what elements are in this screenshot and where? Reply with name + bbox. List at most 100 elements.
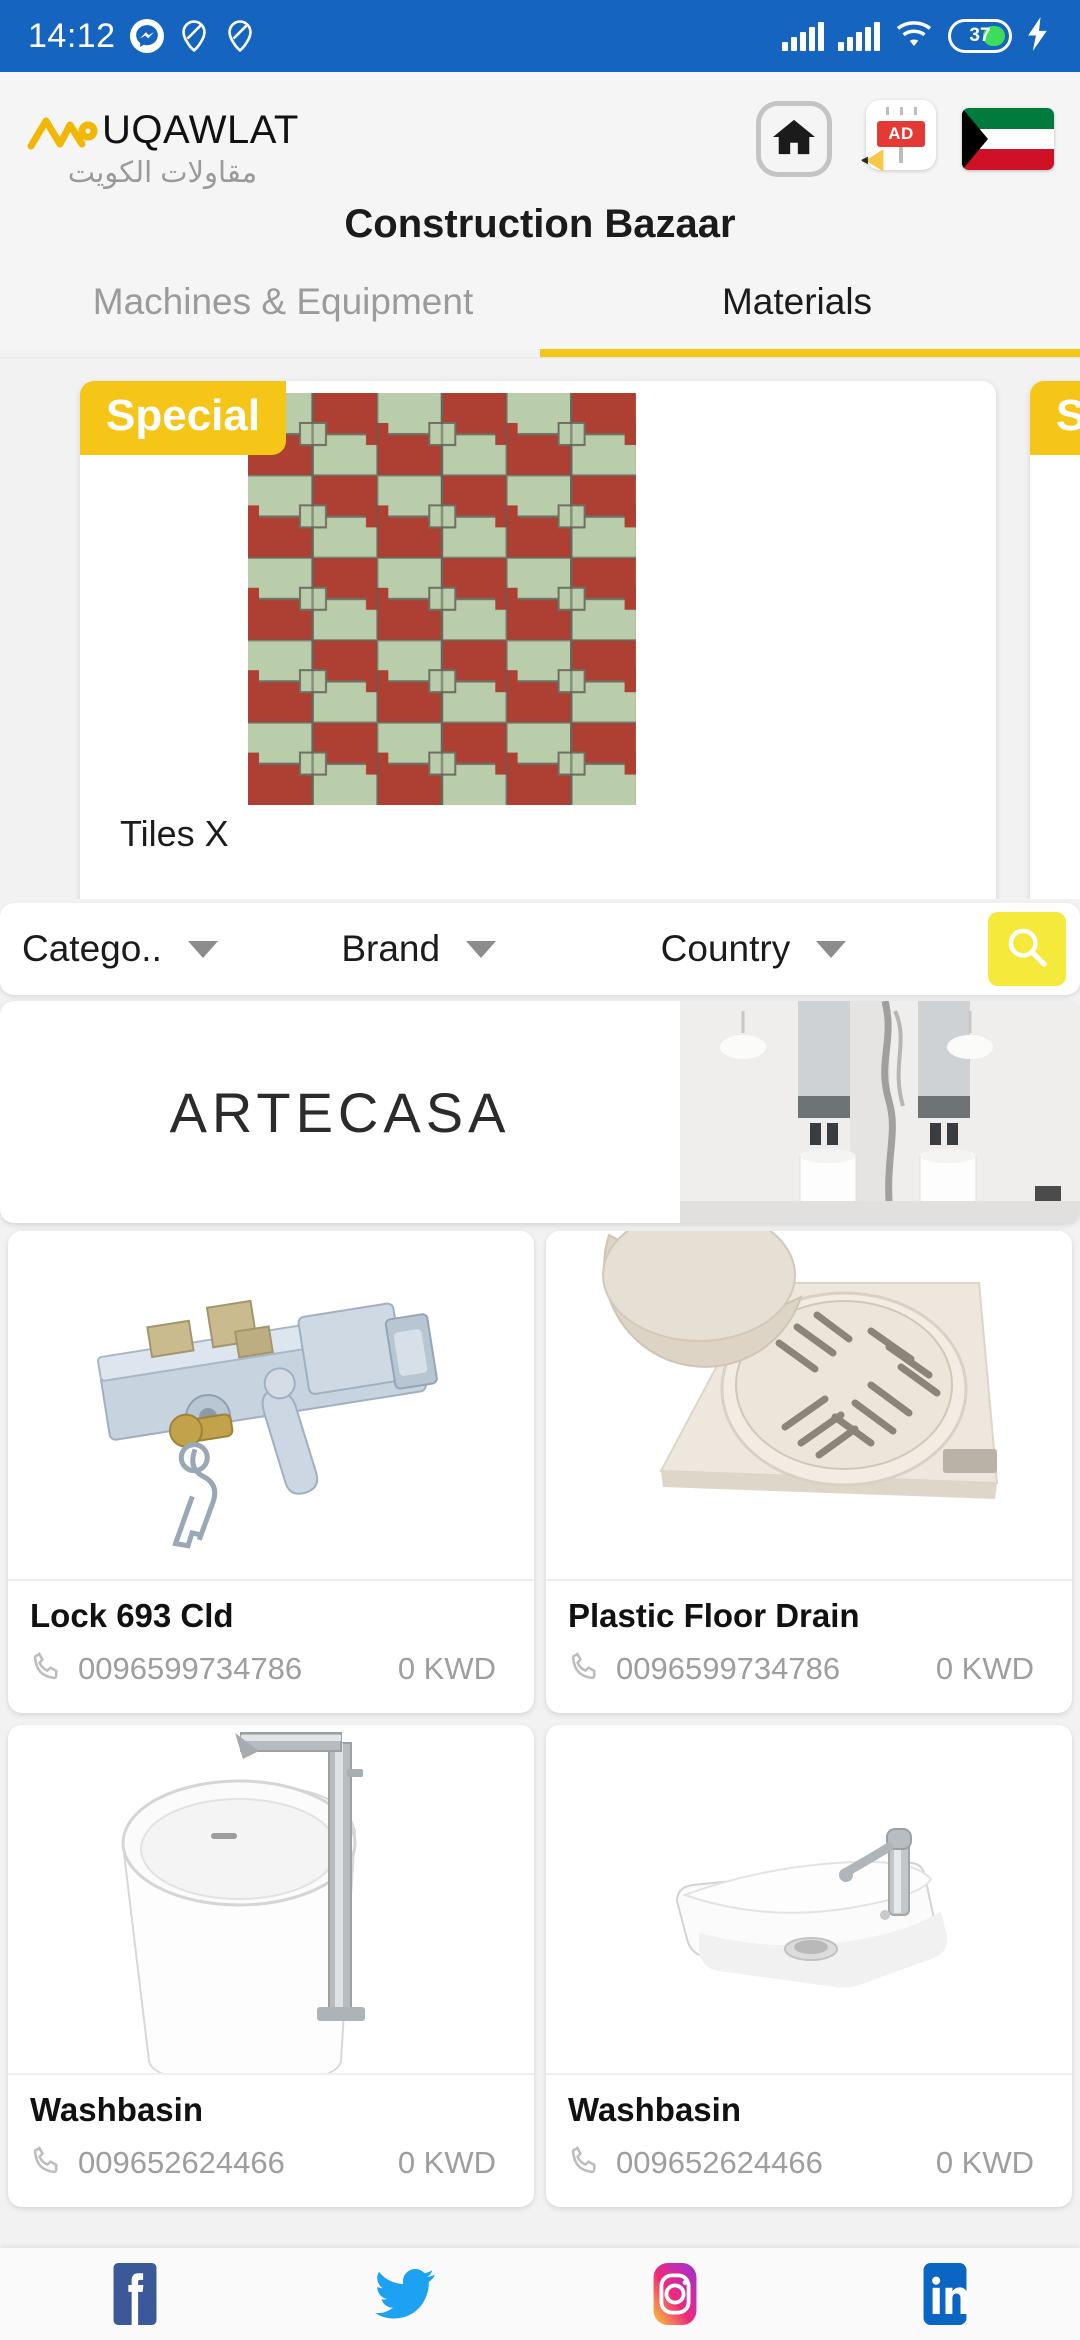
brand-dropdown-label: Brand	[341, 928, 441, 969]
special-carousel[interactable]: Special Tiles X S	[0, 359, 1080, 899]
product-name: Washbasin	[30, 2091, 203, 2128]
flag-green-stripe	[962, 108, 1054, 129]
product-price: 0 KWD	[935, 1650, 1034, 1686]
instagram-icon[interactable]	[644, 2263, 706, 2325]
social-bar	[0, 2248, 1080, 2340]
do-not-disturb-icon	[224, 19, 256, 53]
tab-indicator-active	[540, 349, 1080, 357]
status-bar-right: 37	[782, 16, 1052, 56]
status-bar: 14:12 37	[0, 0, 1080, 72]
search-icon	[1004, 924, 1050, 975]
product-price: 0 KWD	[935, 2144, 1034, 2180]
chevron-down-icon	[187, 940, 218, 958]
ad-button[interactable]: AD	[858, 100, 936, 178]
category-dropdown[interactable]: Catego..	[22, 928, 341, 970]
linkedin-icon[interactable]	[914, 2263, 976, 2325]
country-dropdown-label: Country	[660, 928, 791, 969]
do-not-disturb-icon	[178, 19, 210, 53]
category-dropdown-label: Catego..	[22, 928, 162, 969]
product-phone[interactable]: 009652624466	[616, 2145, 823, 2181]
tab-materials[interactable]: Materials	[540, 281, 1054, 349]
pedestal-washbasin-photo	[11, 1725, 531, 2073]
brand-dropdown[interactable]: Brand	[341, 928, 660, 970]
twitter-icon[interactable]	[374, 2263, 436, 2325]
home-button[interactable]	[756, 101, 832, 177]
flag-red-stripe	[962, 149, 1054, 170]
counter-washbasin-photo	[549, 1725, 1069, 2073]
product-phone[interactable]: 0096599734786	[78, 1651, 302, 1687]
signal-icon	[782, 21, 824, 51]
product-price: 0 KWD	[397, 1650, 496, 1686]
paving-tiles-photo	[248, 393, 636, 805]
app-bar-actions: AD	[756, 94, 1054, 178]
tab-indicator-left	[0, 349, 540, 357]
promo-card[interactable]: Special	[1030, 381, 1080, 899]
product-name: Washbasin	[568, 2091, 741, 2128]
phone-icon	[30, 2143, 64, 2182]
product-image	[546, 1725, 1072, 2073]
app-logo[interactable]: UQAWLAT مقاولات الكويت	[26, 94, 299, 190]
tab-bar: Machines & Equipment Materials	[26, 281, 1054, 349]
product-meta-row: 009652624466 0 KWD	[568, 2143, 1050, 2182]
megaphone-icon	[858, 142, 892, 182]
product-card[interactable]: Lock 693 Cld 0096599734786 0 KWD	[8, 1231, 534, 1713]
mountain-logo-icon	[26, 111, 100, 151]
ad-banner-brand: ARTECASA	[169, 1080, 511, 1144]
messenger-icon	[129, 19, 164, 53]
product-price: 0 KWD	[397, 2144, 496, 2180]
product-phone[interactable]: 009652624466	[78, 2145, 285, 2181]
bathroom-marble-photo	[680, 1001, 1080, 1223]
ad-banner-image	[680, 1001, 1080, 1223]
door-lock-photo	[11, 1231, 531, 1579]
product-info: Lock 693 Cld 0096599734786 0 KWD	[8, 1579, 534, 1713]
floor-drain-photo	[549, 1231, 1069, 1579]
logo-text: UQAWLAT	[102, 108, 299, 152]
page-title: Construction Bazaar	[344, 202, 736, 246]
battery-icon: 37	[948, 19, 1012, 53]
signal-icon	[838, 21, 880, 51]
app-bar-top-row: UQAWLAT مقاولات الكويت AD	[26, 94, 1054, 190]
product-meta-row: 0096599734786 0 KWD	[30, 1649, 512, 1688]
chevron-down-icon	[816, 940, 847, 958]
product-image	[546, 1231, 1072, 1579]
product-card[interactable]: Washbasin 009652624466 0 KWD	[8, 1725, 534, 2207]
ad-banner[interactable]: ARTECASA	[0, 1001, 1080, 1223]
tab-indicator	[0, 349, 1080, 357]
search-button[interactable]	[987, 912, 1066, 986]
logo-row: UQAWLAT	[26, 108, 299, 153]
product-name: Plastic Floor Drain	[568, 1597, 860, 1634]
ad-pins	[877, 107, 925, 115]
product-image	[8, 1725, 534, 2073]
product-card[interactable]: Washbasin 009652624466 0 KWD	[546, 1725, 1072, 2207]
battery-percent: 37	[969, 25, 991, 46]
product-image	[8, 1231, 534, 1579]
tab-machines-equipment[interactable]: Machines & Equipment	[26, 281, 540, 349]
charging-bolt-icon	[1026, 16, 1052, 56]
product-info: Washbasin 009652624466 0 KWD	[8, 2073, 534, 2207]
clock: 14:12	[28, 16, 116, 55]
promo-label: Tiles X	[120, 813, 229, 854]
facebook-icon[interactable]	[104, 2263, 166, 2325]
product-info: Washbasin 009652624466 0 KWD	[546, 2073, 1072, 2207]
flag-white-stripe	[962, 128, 1054, 150]
wifi-icon	[894, 18, 934, 55]
country-dropdown[interactable]: Country	[661, 928, 980, 970]
phone-icon	[568, 2143, 602, 2182]
special-badge: Special	[80, 381, 287, 455]
app-screen: 14:12 37 UQAWLAT مقاولات الكويت AD Const…	[0, 0, 1080, 2340]
kuwait-flag-icon[interactable]	[962, 108, 1054, 170]
product-meta-row: 0096599734786 0 KWD	[568, 1649, 1050, 1688]
phone-icon	[568, 1649, 602, 1688]
special-badge: Special	[1030, 381, 1080, 455]
filter-bar: Catego.. Brand Country	[0, 903, 1080, 995]
product-name: Lock 693 Cld	[30, 1597, 234, 1634]
promo-image	[248, 393, 636, 805]
product-grid: Lock 693 Cld 0096599734786 0 KWD Plastic…	[0, 1223, 1080, 2207]
product-meta-row: 009652624466 0 KWD	[30, 2143, 512, 2182]
product-card[interactable]: Plastic Floor Drain 0096599734786 0 KWD	[546, 1231, 1072, 1713]
phone-icon	[30, 1649, 64, 1688]
promo-card[interactable]: Special	[80, 381, 996, 899]
product-phone[interactable]: 0096599734786	[616, 1651, 840, 1687]
status-bar-left: 14:12	[28, 17, 256, 56]
chevron-down-icon	[466, 940, 497, 958]
